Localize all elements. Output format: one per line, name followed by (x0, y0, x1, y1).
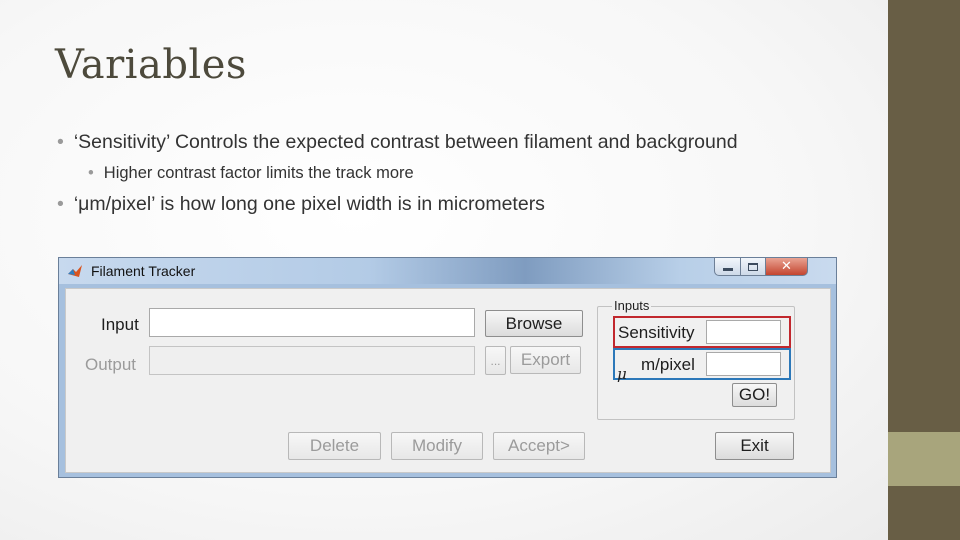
input-path-field[interactable] (149, 308, 475, 337)
output-label: Output (85, 355, 137, 374)
inputs-group-legend: Inputs (612, 298, 652, 313)
sub-bullet-contrast: • Higher contrast factor limits the track… (88, 164, 414, 183)
bullet-um-pixel: • ‘μm/pixel’ is how long one pixel width … (57, 193, 545, 216)
output-browse-button[interactable]: ... (485, 346, 506, 375)
exit-button[interactable]: Exit (715, 432, 794, 460)
modify-button[interactable]: Modify (391, 432, 483, 460)
sensitivity-label: Sensitivity (618, 323, 695, 342)
input-label: Input (101, 315, 139, 334)
delete-button[interactable]: Delete (288, 432, 381, 460)
bullet-text: ‘Sensitivity’ Controls the expected cont… (73, 131, 738, 153)
bullet-text: Higher contrast factor limits the track … (103, 164, 414, 182)
export-button[interactable]: Export (510, 346, 581, 374)
browse-button[interactable]: Browse (485, 310, 583, 337)
window-titlebar[interactable]: Filament Tracker ✕ (59, 258, 836, 284)
filament-tracker-window: Filament Tracker ✕ Input Browse Output .… (58, 257, 837, 478)
mpixel-label: m/pixel (641, 355, 695, 374)
mu-symbol: μ (617, 365, 627, 383)
matlab-icon (68, 265, 82, 277)
bullet-text: ‘μm/pixel’ is how long one pixel width i… (73, 193, 545, 215)
window-title: Filament Tracker (91, 263, 196, 279)
slide-title: Variables (55, 42, 247, 88)
bullet-dot: • (88, 164, 94, 182)
decorative-side-accent (888, 432, 960, 486)
minimize-button[interactable] (714, 258, 741, 276)
mpixel-field[interactable] (706, 352, 781, 376)
minimize-icon (722, 267, 733, 271)
bullet-dot: • (57, 193, 64, 215)
accept-button[interactable]: Accept> (493, 432, 585, 460)
maximize-button[interactable] (740, 258, 766, 276)
go-button[interactable]: GO! (732, 383, 777, 407)
sensitivity-field[interactable] (706, 320, 781, 344)
maximize-icon (748, 262, 758, 271)
close-button[interactable]: ✕ (765, 258, 808, 276)
close-icon: ✕ (781, 259, 792, 274)
window-client-area: Input Browse Output ... Export Inputs Se… (65, 288, 831, 473)
bullet-dot: • (57, 131, 64, 153)
output-path-field[interactable] (149, 346, 475, 375)
bullet-sensitivity: • ‘Sensitivity’ Controls the expected con… (57, 131, 738, 154)
